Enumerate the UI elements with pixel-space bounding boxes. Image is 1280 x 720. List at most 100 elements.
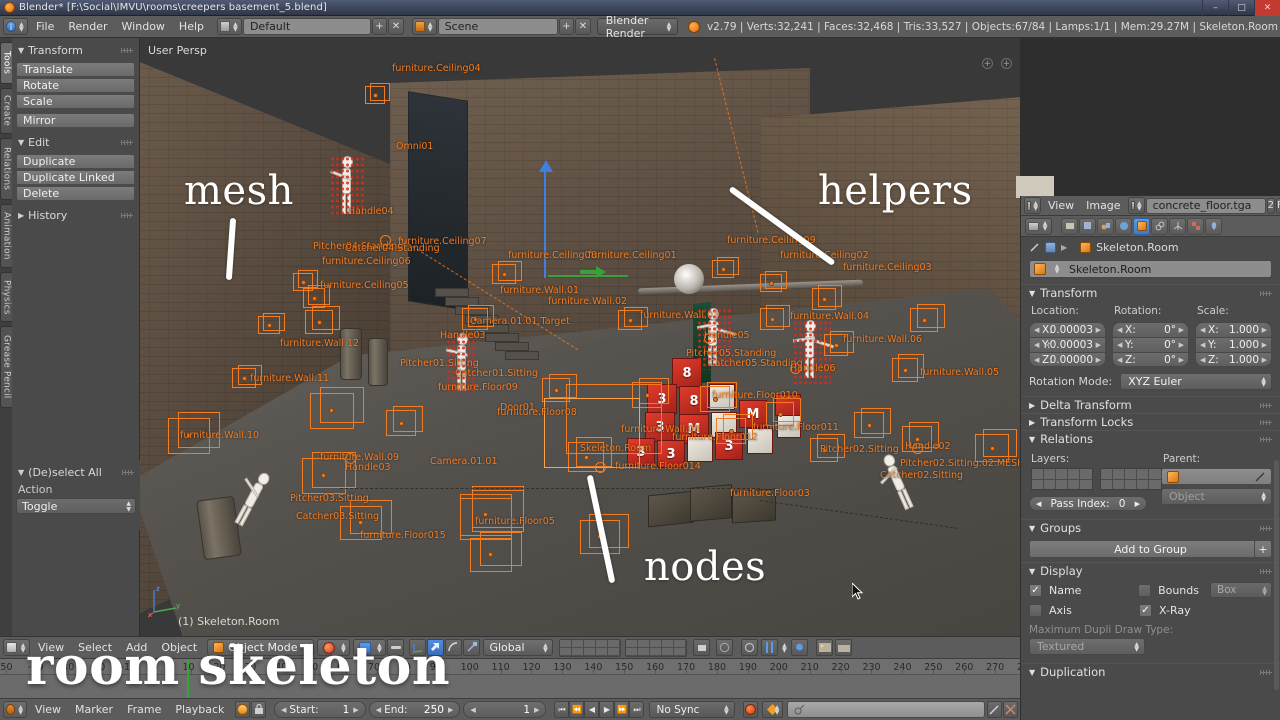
empty-sphere[interactable]	[595, 462, 606, 473]
parent-type-select[interactable]: Object ▲ ▼	[1161, 488, 1272, 505]
layers-grid-right[interactable]	[1100, 468, 1162, 490]
maximize-button[interactable]: □	[1228, 0, 1254, 16]
browse-image-icon[interactable]: ▲ ▼	[1127, 197, 1145, 214]
empty-wire-box[interactable]	[910, 304, 945, 332]
panel-header-relations[interactable]: ▼ Relations	[1021, 430, 1280, 447]
scene-field[interactable]: Scene	[437, 18, 558, 35]
action-select[interactable]: Toggle ▲ ▼	[16, 498, 136, 514]
sync-mode-select[interactable]: No Sync ▲ ▼	[649, 701, 736, 718]
delete-screen-button[interactable]: ✕	[388, 18, 404, 35]
editor-type-info-icon[interactable]: i ▲ ▼	[3, 18, 28, 35]
transform-orientation-select[interactable]: Global ▲ ▼	[483, 639, 554, 656]
empty-wire-box[interactable]	[305, 306, 340, 334]
empty-wire-box[interactable]	[492, 261, 522, 284]
parent-object-field[interactable]	[1161, 468, 1272, 485]
scene-icon[interactable]	[1045, 241, 1056, 253]
image-name-field[interactable]: concrete_floor.tga	[1145, 197, 1266, 214]
pass-index-field[interactable]: ◀ Pass Index: 0 ▶	[1029, 496, 1147, 511]
empty-wire-box[interactable]	[470, 531, 522, 572]
image-users-count[interactable]: 2	[1266, 197, 1275, 214]
empty-wire-box[interactable]	[386, 405, 424, 436]
image-menu-view[interactable]: View	[1042, 197, 1080, 214]
jump-to-start-button[interactable]: ⏮	[554, 701, 570, 718]
tool-tab-grease-pencil[interactable]: Grease Pencil	[0, 326, 12, 408]
current-frame-field[interactable]: ◀ 1 ▶	[463, 701, 547, 718]
scene-layers-grid-2[interactable]	[625, 638, 688, 657]
scale-x-field[interactable]: ◀ X: 1.000 ▶	[1195, 322, 1272, 337]
panel-header-delta-transform[interactable]: ▶ Delta Transform	[1021, 396, 1280, 413]
object-name-field[interactable]: ▲ ▼ Skeleton.Room	[1029, 260, 1272, 278]
location-y-field[interactable]: ◀ Y: -0.00003 ▶	[1029, 337, 1106, 352]
image-editor-canvas[interactable]	[1020, 38, 1280, 196]
menu-render[interactable]: Render	[61, 18, 114, 35]
zoom-out-icon[interactable]: +	[1001, 58, 1012, 69]
scale-button[interactable]: Scale	[16, 94, 135, 109]
empty-wire-box[interactable]	[812, 284, 842, 310]
dupli-draw-type-select[interactable]: Textured ▲ ▼	[1029, 638, 1145, 655]
scale-manipulator-toggle[interactable]	[463, 639, 481, 656]
lock-timeline-toggle[interactable]	[251, 701, 267, 718]
panel-header-transform-locks[interactable]: ▶ Transform Locks	[1021, 413, 1280, 430]
timeline-menu-playback[interactable]: Playback	[168, 701, 231, 718]
properties-tab-constraints[interactable]	[1151, 217, 1168, 235]
jump-to-end-button[interactable]: ⏭	[629, 701, 645, 718]
menu-help[interactable]: Help	[172, 18, 211, 35]
properties-tab-texture[interactable]	[1187, 217, 1204, 235]
empty-wire-box[interactable]	[310, 386, 365, 429]
empty-wire-box[interactable]	[760, 304, 790, 330]
lock-camera-toggle[interactable]	[693, 639, 711, 656]
panel-header-transform[interactable]: ▼ Transform	[1021, 284, 1280, 301]
add-keying-set-button[interactable]	[987, 701, 1003, 718]
chevron-left-icon[interactable]: ◀	[470, 706, 475, 714]
eyedropper-icon[interactable]	[1255, 471, 1266, 482]
delete-button[interactable]: Delete	[16, 186, 135, 201]
rotation-mode-select[interactable]: XYZ Euler ▲ ▼	[1120, 373, 1272, 390]
delete-scene-button[interactable]: ✕	[575, 18, 591, 35]
scene-icon[interactable]: ▲ ▼	[411, 18, 437, 35]
mirror-button[interactable]: Mirror	[16, 113, 135, 128]
tool-tab-physics[interactable]: Physics	[0, 272, 12, 322]
scene-layers-grid-1[interactable]	[559, 638, 622, 657]
chevron-right-icon[interactable]: ▶	[534, 706, 539, 714]
viewport-nav-controls[interactable]: + +	[982, 58, 1012, 69]
screen-layout-icon[interactable]: ▲ ▼	[217, 18, 242, 35]
properties-tab-scene[interactable]	[1097, 217, 1114, 235]
previous-keyframe-button[interactable]: ⏪	[569, 701, 585, 718]
panel-header-duplication[interactable]: ▼ Duplication	[1021, 663, 1280, 680]
properties-tab-render[interactable]	[1061, 217, 1078, 235]
add-scene-button[interactable]: +	[558, 18, 575, 35]
tool-tab-animation[interactable]: Animation	[0, 204, 12, 268]
window-controls[interactable]: – □ ✕	[1202, 0, 1280, 16]
duplicate-button[interactable]: Duplicate	[16, 154, 135, 169]
panel-header-transform[interactable]: ▼ Transform	[16, 42, 135, 59]
properties-tab-render-layers[interactable]	[1079, 217, 1096, 235]
screen-layout-field[interactable]: Default	[242, 18, 371, 35]
editor-type-image-icon[interactable]: ▲ ▼	[1024, 197, 1041, 214]
start-frame-field[interactable]: ◀ Start: 1 ▶	[274, 701, 366, 718]
rotate-button[interactable]: Rotate	[16, 78, 135, 93]
bounds-type-select[interactable]: Box ▲ ▼	[1210, 582, 1272, 598]
3d-viewport[interactable]: 8 3 8 3 M M 3 3 3 furniture.Ceiling04 Om…	[140, 38, 1020, 636]
image-menu-image[interactable]: Image	[1080, 197, 1126, 214]
panel-header-edit[interactable]: ▼ Edit	[16, 134, 135, 151]
properties-tab-world[interactable]	[1115, 217, 1132, 235]
image-fake-user-button[interactable]: F	[1275, 197, 1280, 214]
bone-options-toggle[interactable]	[761, 639, 779, 656]
name-checkbox[interactable]: ✓	[1029, 583, 1042, 597]
location-x-field[interactable]: ◀ X: 0.00003 ▶	[1029, 322, 1106, 337]
panel-header-history[interactable]: ▶ History	[16, 207, 135, 224]
panel-header-display[interactable]: ▼ Display	[1021, 562, 1280, 579]
render-preview-toggle[interactable]	[716, 639, 734, 656]
empty-wire-box[interactable]	[258, 313, 286, 334]
translate-button[interactable]: Translate	[16, 62, 135, 77]
next-keyframe-button[interactable]: ⏩	[614, 701, 630, 718]
render-image-button[interactable]	[816, 639, 834, 656]
auto-keyframe-toggle[interactable]	[791, 639, 809, 656]
use-audio-toggle[interactable]	[235, 701, 251, 718]
playback-controls[interactable]: ⏮ ⏪ ◀ ▶ ⏩ ⏭	[554, 701, 645, 718]
chevron-right-icon[interactable]: ▶	[353, 706, 358, 714]
panel-header-deselect-all[interactable]: ▼ (De)select All	[16, 464, 136, 481]
proportional-edit-toggle[interactable]	[741, 639, 759, 656]
empty-wire-box[interactable]	[712, 257, 740, 278]
tool-tab-tools[interactable]: Tools	[0, 42, 12, 84]
